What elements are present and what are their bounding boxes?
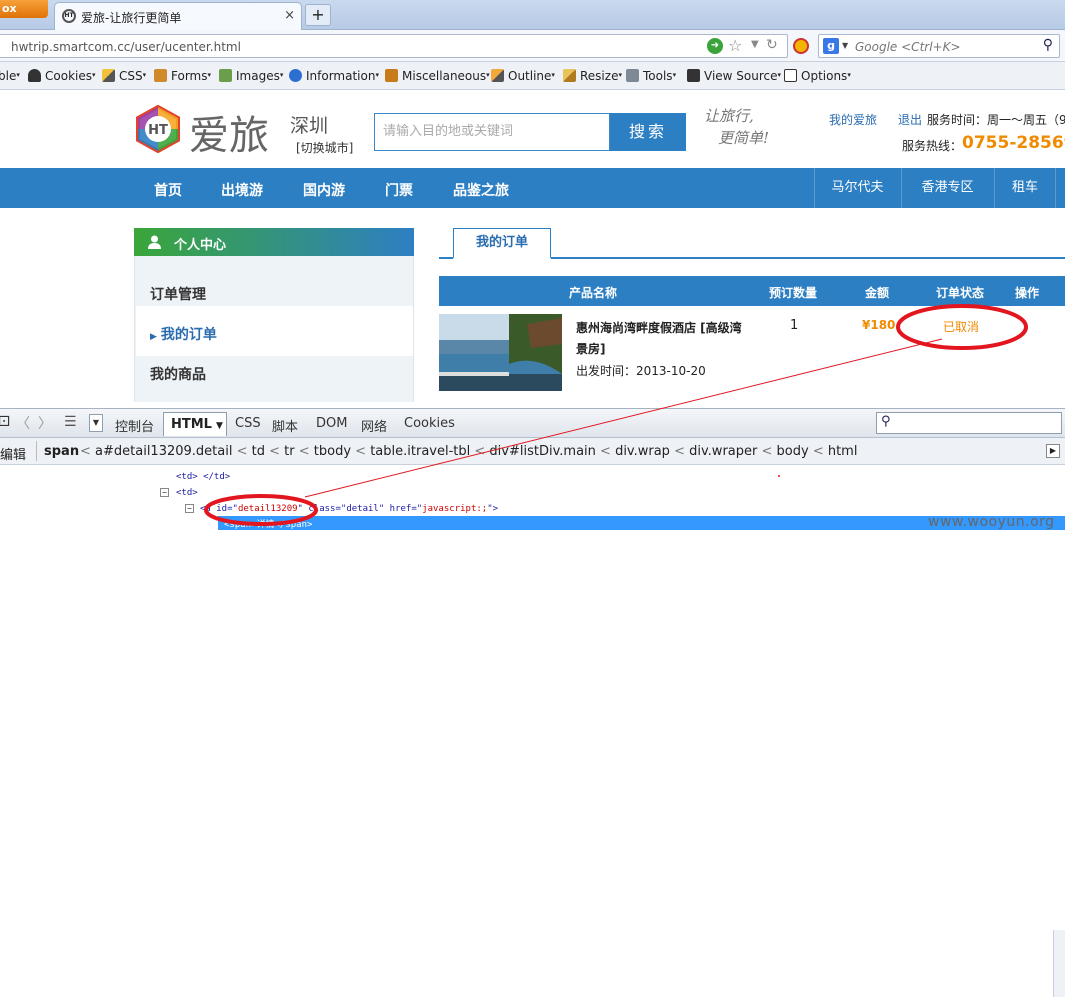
- annotation-overlay: [204, 304, 1028, 526]
- tree-scrollbar[interactable]: [1053, 930, 1065, 997]
- annotation-dot: [778, 475, 780, 477]
- id-highlight-ellipse: [204, 494, 318, 526]
- annotation-connector-line: [304, 338, 943, 498]
- status-highlight-ellipse: [896, 304, 1028, 350]
- watermark: www.wooyun.org: [928, 514, 1055, 530]
